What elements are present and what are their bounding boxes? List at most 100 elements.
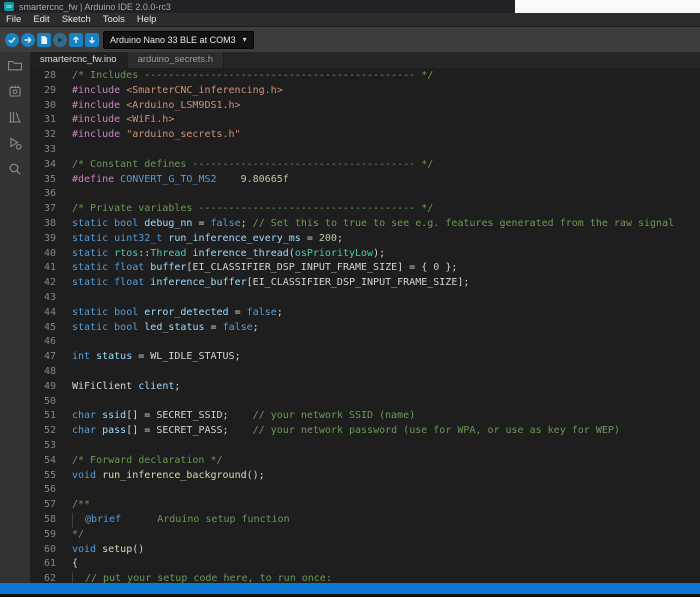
code-token: // your network password (use for WPA, o… [253,425,620,436]
arduino-logo-icon: ∞ [4,2,14,11]
code-editor[interactable]: 28 /* Includes --------------------------… [30,68,700,583]
menu-item-edit[interactable]: Edit [27,13,55,26]
verify-button[interactable] [4,32,19,47]
toolbar: Arduino Nano 33 BLE at COM3 ▾ [0,26,700,52]
sidebar-item-library-manager[interactable] [0,104,30,130]
code-token: ssid [102,410,126,421]
code-text [64,335,72,350]
line-number: 52 [30,424,64,439]
line-number: 50 [30,395,64,410]
document-icon [37,33,51,47]
open-button[interactable] [68,32,83,47]
code-text: static bool debug_nn = false; // Set thi… [64,217,674,232]
activity-sidebar [0,52,30,583]
line-number: 28 [30,69,64,84]
code-line: 51char ssid[] = SECRET_SSID; // your net… [30,409,700,424]
menu-item-sketch[interactable]: Sketch [56,13,97,26]
code-text: /* Includes ----------------------------… [64,69,433,84]
code-token: bool [114,307,138,318]
bottom-panel-resize-handle[interactable] [0,583,700,594]
code-text: static uint32_t run_inference_every_ms =… [64,232,343,247]
code-token: static [72,277,108,288]
line-number: 55 [30,469,64,484]
debug-button[interactable] [52,32,67,47]
code-token: /* Constant defines --------------------… [72,159,433,170]
line-number: 32 [30,128,64,143]
line-number: 53 [30,439,64,454]
code-text: #include <WiFi.h> [64,113,174,128]
code-text: @brief Arduino setup function [64,513,290,528]
sidebar-item-debugger[interactable] [0,130,30,156]
code-token: static [72,233,108,244]
code-line: 49WiFiClient client; [30,380,700,395]
code-text: char ssid[] = SECRET_SSID; // your netwo… [64,409,415,424]
code-token: rtos [114,248,138,259]
tab-arduino-secrets-h[interactable]: arduino_secrets.h [128,52,225,68]
code-token: [] = SECRET_SSID; [126,410,252,421]
code-line: 61{ [30,557,700,572]
line-number: 34 [30,158,64,173]
code-line: 43 [30,291,700,306]
code-token: #include [72,85,126,96]
code-token: ; [174,381,180,392]
code-token: false [223,322,253,333]
line-number: 40 [30,247,64,262]
code-token: #include [72,114,126,125]
code-line: 33 [30,143,700,158]
board-selector[interactable]: Arduino Nano 33 BLE at COM3 ▾ [103,31,254,49]
code-line: 30#include <Arduino_LSM9DS1.h> [30,99,700,114]
line-number: 57 [30,498,64,513]
code-token [217,174,241,185]
check-icon [5,33,19,47]
code-line: 28 /* Includes --------------------------… [30,69,700,84]
code-token: @brief [85,514,121,525]
code-line: 38static bool debug_nn = false; // Set t… [30,217,700,232]
search-icon [7,161,23,177]
line-number: 61 [30,557,64,572]
code-token: Thread [150,248,186,259]
code-text: /* Private variables -------------------… [64,202,433,217]
upload-button[interactable] [20,32,35,47]
code-token: false [247,307,277,318]
code-token: // your network SSID (name) [253,410,416,421]
code-token: char [72,410,96,421]
sidebar-item-search[interactable] [0,156,30,182]
code-token: /* Forward declaration */ [72,455,223,466]
menu-item-tools[interactable]: Tools [97,13,131,26]
menu-item-file[interactable]: File [0,13,27,26]
code-line: 44static bool error_detected = false; [30,306,700,321]
code-text [64,365,72,380]
code-text [64,291,72,306]
window-title: smartercnc_fw | Arduino IDE 2.0.0-rc3 [19,2,171,12]
folder-icon [7,57,23,73]
menu-item-help[interactable]: Help [131,13,163,26]
code-token: inference_buffer [150,277,246,288]
title-bar: ∞ smartercnc_fw | Arduino IDE 2.0.0-rc3 [0,0,700,13]
code-token: /* Includes ----------------------------… [72,70,433,81]
code-line: 42static float inference_buffer[EI_CLASS… [30,276,700,291]
sidebar-item-sketchbook[interactable] [0,52,30,78]
code-token: client [138,381,174,392]
code-token: Arduino setup function [121,514,290,525]
tab-smartercnc-fw-ino[interactable]: smartercnc_fw.ino [30,52,128,68]
code-token: run_inference_background [102,470,247,481]
code-line: 35#define CONVERT_G_TO_MS2 9.80665f [30,173,700,188]
code-text: */ [64,528,84,543]
code-text: #include <SmarterCNC_inferencing.h> [64,84,283,99]
code-token: /* Private variables -------------------… [72,203,433,214]
code-text: /* Constant defines --------------------… [64,158,433,173]
code-line: 31#include <WiFi.h> [30,113,700,128]
code-token: int [72,351,90,362]
code-text: static bool error_detected = false; [64,306,283,321]
code-token: (); [247,470,265,481]
save-button[interactable] [84,32,99,47]
sidebar-item-boards-manager[interactable] [0,78,30,104]
new-sketch-button[interactable] [36,32,51,47]
code-token: = [229,307,247,318]
code-token: run_inference_every_ms [168,233,300,244]
code-text: static float buffer[EI_CLASSIFIER_DSP_IN… [64,261,457,276]
code-token: <SmarterCNC_inferencing.h> [126,85,283,96]
indent-guide [72,572,85,583]
code-text: /** [64,498,90,513]
code-token: void [72,470,96,481]
